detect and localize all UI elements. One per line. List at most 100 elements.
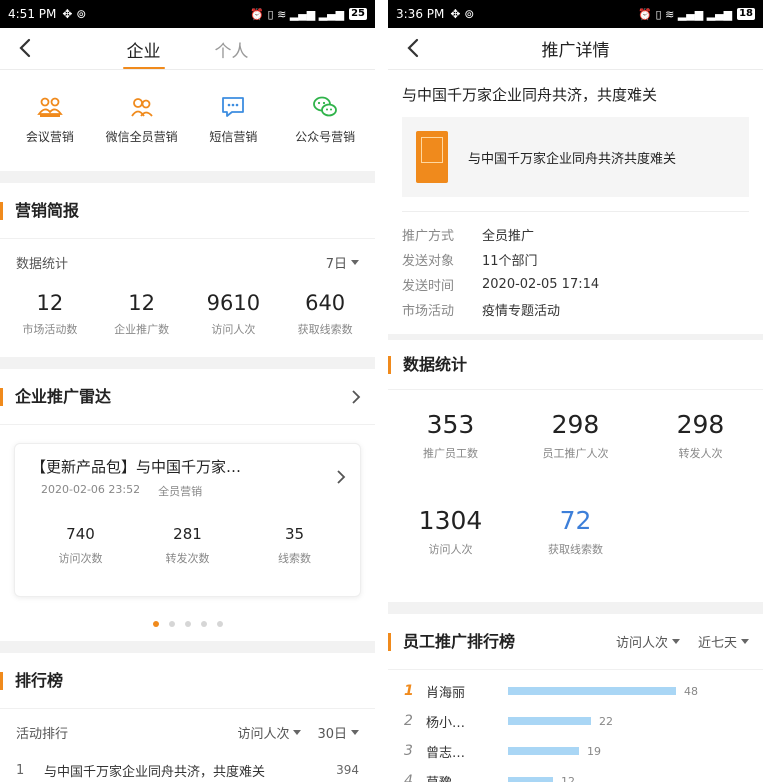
tab-personal[interactable]: 个人 <box>211 29 253 69</box>
period-dropdown[interactable]: 30日 <box>317 723 359 742</box>
employee-name: 肖海丽 <box>426 685 466 701</box>
promotion-type: 全员营销 <box>158 485 203 498</box>
poster-thumbnail <box>416 131 448 183</box>
battery-icon: 18 <box>737 8 755 20</box>
meeting-marketing-button[interactable]: 会议营销 <box>5 94 95 145</box>
page-title: 推广详情 <box>541 41 610 61</box>
stat-value: 298 <box>676 410 725 439</box>
period-dropdown[interactable]: 近七天 <box>698 632 749 651</box>
metric-dropdown[interactable]: 访问人次 <box>616 632 680 651</box>
promotion-date: 2020-02-06 23:52 <box>41 483 141 496</box>
sms-marketing-button[interactable]: 短信营销 <box>188 94 278 145</box>
employee-bar-track: 12 <box>508 774 698 782</box>
ranking-sub-label: 活动排行 <box>16 726 69 742</box>
employee-row[interactable]: 4 莫豫… 12 <box>388 766 763 782</box>
rank-number: 1 <box>16 762 25 778</box>
ranking-row[interactable]: 1 与中国千万家企业同舟共济，共度难关 394 <box>0 755 375 782</box>
info-key: 发送时间 <box>402 279 455 294</box>
carousel-dot[interactable] <box>216 621 223 627</box>
stat-item[interactable]: 640 获取线索数 <box>280 291 370 337</box>
employee-row[interactable]: 2 杨小… 22 <box>388 706 763 736</box>
data-stats-grid: 353 推广员工数 298 员工推广人次 298 转发人次 1304 访问人次 … <box>388 390 763 602</box>
top-nav: 推广详情 <box>388 28 763 70</box>
promotion-card-stats: 740 访问次数 281 转发次数 35 线索数 <box>27 499 348 588</box>
employee-name: 曾志… <box>426 745 466 761</box>
wechat-staff-marketing-button[interactable]: 微信全员营销 <box>97 94 187 145</box>
employee-row[interactable]: 3 曾志… 19 <box>388 736 763 766</box>
employee-row[interactable]: 1 肖海丽 48 <box>388 676 763 706</box>
stat-value: 281 <box>173 525 202 543</box>
quick-label: 短信营销 <box>209 130 258 144</box>
stat-item[interactable]: 353 推广员工数 <box>388 410 513 506</box>
employee-bar <box>508 717 591 725</box>
info-key: 发送对象 <box>402 254 455 269</box>
marketing-tools: 会议营销 微信全员营销 短信营销 公众号营销 <box>0 70 375 171</box>
chevron-right-icon <box>352 389 361 404</box>
stat-item[interactable]: 298 转发人次 <box>638 410 763 506</box>
stat-caption: 获取线索数 <box>297 323 353 336</box>
stat-caption: 企业推广数 <box>114 323 170 336</box>
carousel-dots <box>0 607 375 641</box>
employee-bar-track: 22 <box>508 714 698 728</box>
stat-caption: 访问人次 <box>428 543 473 556</box>
stat-item[interactable]: 12 企业推广数 <box>97 291 187 337</box>
signal-icon: ⏰ ▯ ≋ ▂▄▆ ▂▄▆ <box>638 7 733 21</box>
stat-item[interactable]: 1304 访问人次 <box>388 506 513 602</box>
employee-ranking-list: 1 肖海丽 48 2 杨小… 22 3 曾志… 19 4 莫豫… 12 <box>388 670 763 782</box>
marketing-home-screen: 4:51 PM ✥ ⊚ ⏰ ▯ ≋ ▂▄▆ ▂▄▆ 25 企业 个人 会议营销 … <box>0 0 375 782</box>
stat-item[interactable]: 298 员工推广人次 <box>513 410 638 506</box>
section-header[interactable]: 企业推广雷达 <box>0 369 375 425</box>
employee-value: 12 <box>561 774 575 782</box>
info-value: 全员推广 <box>482 229 535 244</box>
period-value: 7日 <box>325 256 347 272</box>
employee-rank: 1 <box>404 683 414 699</box>
period-value: 30日 <box>317 726 347 742</box>
caret-down-icon <box>741 639 749 644</box>
period-dropdown[interactable]: 7日 <box>326 253 359 272</box>
top-nav: 企业 个人 <box>0 28 375 70</box>
stat-value: 298 <box>551 410 600 439</box>
status-time: 4:51 PM <box>8 7 57 21</box>
section-header: 排行榜 <box>0 653 375 709</box>
battery-icon: 25 <box>349 8 367 20</box>
metric-value: 访问人次 <box>615 636 668 651</box>
info-value: 疫情专题活动 <box>482 304 561 319</box>
employee-rank: 3 <box>404 743 413 759</box>
back-icon[interactable] <box>14 37 36 59</box>
promotion-radar-section: 企业推广雷达 【更新产品包】与中国千万家… 2020-02-06 23:52 全… <box>0 369 375 641</box>
carousel-dot[interactable] <box>168 621 175 627</box>
official-account-marketing-button[interactable]: 公众号营销 <box>280 94 370 145</box>
metric-dropdown[interactable]: 访问人次 <box>237 723 302 742</box>
carousel-dot[interactable] <box>184 621 191 627</box>
section-header: 员工推广排行榜 访问人次 近七天 <box>388 614 763 670</box>
carousel-dot-active[interactable] <box>152 621 159 627</box>
caret-down-icon <box>671 639 680 644</box>
stat-item: 740 访问次数 <box>36 525 126 566</box>
stat-value: 640 <box>305 291 346 315</box>
stat-caption: 转发次数 <box>165 552 210 565</box>
stat-value: 12 <box>36 291 64 315</box>
back-icon[interactable] <box>402 37 424 59</box>
stat-item[interactable]: 12 市场活动数 <box>5 291 95 337</box>
shared-content-card[interactable]: 与中国千万家企业同舟共济共度难关 <box>402 117 749 197</box>
info-value: 2020-02-05 17:14 <box>482 277 600 292</box>
stat-item[interactable]: 9610 访问人次 <box>188 291 278 337</box>
info-value: 11个部门 <box>482 254 538 269</box>
carousel-dot[interactable] <box>200 621 207 627</box>
employee-value: 48 <box>684 684 698 698</box>
stat-label: 数据统计 <box>16 256 69 272</box>
section-header: 营销简报 <box>0 183 375 239</box>
tab-enterprise[interactable]: 企业 <box>122 29 165 69</box>
signal-icon: ⏰ ▯ ≋ ▂▄▆ ▂▄▆ <box>250 7 345 21</box>
section-title: 数据统计 <box>388 355 467 374</box>
promotion-title: 与中国千万家企业同舟共济，共度难关 <box>402 86 658 104</box>
promotion-card[interactable]: 【更新产品包】与中国千万家… 2020-02-06 23:52 全员营销 740… <box>14 443 361 597</box>
employee-value: 22 <box>599 714 613 728</box>
status-time: 3:36 PM <box>396 7 445 21</box>
stat-item[interactable]: 72 获取线索数 <box>513 506 638 602</box>
marketing-brief-section: 营销简报 数据统计 7日 12 市场活动数 12 企业推广数 9610 访问人次… <box>0 183 375 357</box>
stat-caption: 市场活动数 <box>22 323 78 336</box>
